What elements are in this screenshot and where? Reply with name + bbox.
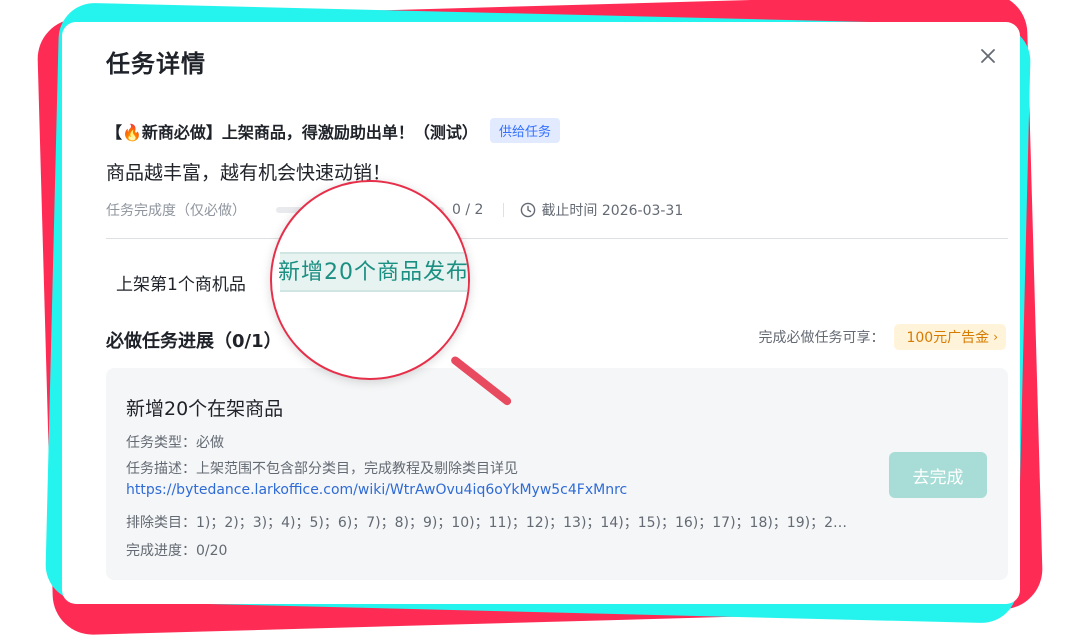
coupon-text: 100元广告金 — [906, 330, 990, 346]
task-card-type: 任务类型：必做 — [126, 435, 224, 451]
task-card: 新增20个在架商品 任务类型：必做 任务描述：上架范围不包含部分类目，完成教程及… — [106, 368, 1008, 580]
task-card-link[interactable]: https://bytedance.larkoffice.com/wiki/Wt… — [126, 482, 627, 498]
task-type-tag: 供给任务 — [489, 118, 560, 143]
progress-label: 任务完成度（仅必做） — [106, 203, 246, 219]
benefit-row: 完成必做任务可享： 100元广告金 › — [758, 324, 1006, 350]
task-title-row: 【🔥新商必做】上架商品，得激励助出单！（测试） 供给任务 — [106, 118, 560, 143]
close-icon — [981, 49, 995, 63]
required-task-progress-title: 必做任务进展（0/1） — [106, 331, 282, 352]
magnifier-lens: 新增20个商品发布 — [270, 180, 470, 380]
coupon-badge[interactable]: 100元广告金 › — [894, 324, 1006, 350]
magnifier-text: 新增20个商品发布 — [278, 260, 469, 285]
chevron-right-icon: › — [993, 330, 998, 344]
deadline: 截止时间 2026-03-31 — [520, 200, 683, 220]
section-divider — [106, 238, 1008, 239]
benefit-label: 完成必做任务可享： — [758, 330, 885, 346]
task-card-excluded-categories: 排除类目：1)；2)；3)；4)；5)；6)；7)；8)；9)；10)；11)；… — [126, 515, 847, 531]
go-complete-button[interactable]: 去完成 — [889, 452, 987, 498]
task-card-progress: 完成进度：0/20 — [126, 543, 228, 559]
progress-count: 0 / 2 — [452, 202, 484, 218]
dialog-title: 任务详情 — [106, 50, 206, 78]
task-subtitle: 商品越丰富，越有机会快速动销！ — [106, 162, 392, 184]
clock-icon — [521, 202, 536, 218]
task-title: 【🔥新商必做】上架商品，得激励助出单！（测试） — [106, 122, 478, 142]
deadline-text: 截止时间 2026-03-31 — [541, 203, 684, 219]
close-button[interactable] — [974, 42, 1002, 70]
task-card-title: 新增20个在架商品 — [126, 398, 284, 420]
separator — [503, 203, 505, 217]
task-detail-dialog: 任务详情 【🔥新商必做】上架商品，得激励助出单！（测试） 供给任务 商品越丰富，… — [62, 22, 1020, 604]
reward-title: 上架第1个商机品 — [116, 275, 246, 295]
task-card-description: 任务描述：上架范围不包含部分类目，完成教程及剔除类目详见 — [126, 461, 518, 477]
